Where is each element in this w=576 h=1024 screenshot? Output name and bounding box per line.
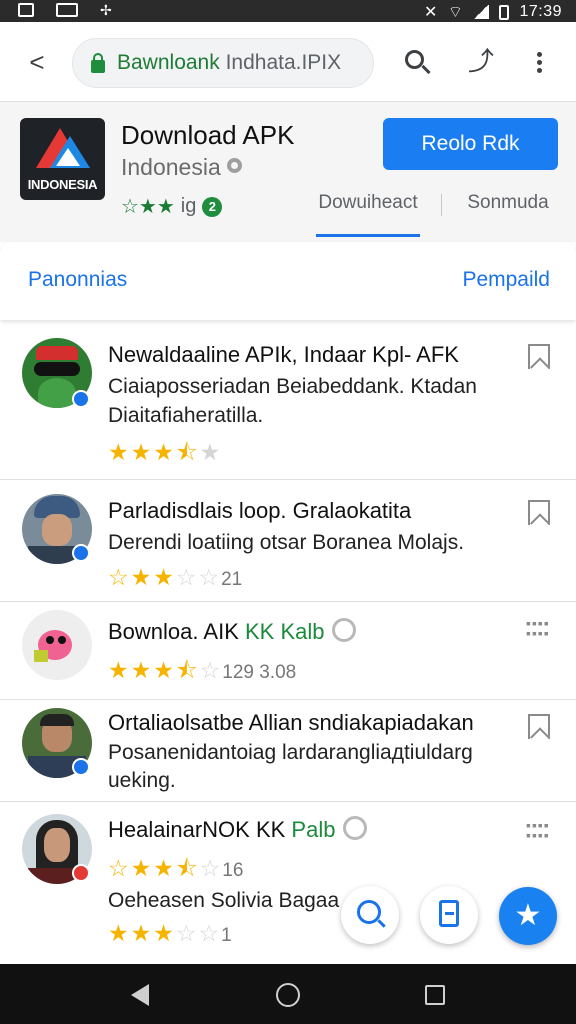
list-item[interactable]: Ortaliaolsatbe Allian sndiakapiadakan Po… — [0, 700, 576, 802]
url-text: Bawnloank Indhata.IPIX — [117, 51, 342, 74]
nav-home-icon[interactable] — [276, 983, 300, 1007]
download-button[interactable]: Reolo Rdk — [383, 118, 558, 170]
navigation-bar — [0, 964, 576, 1024]
item-title: Ortaliaolsatbe Allian sndiakapiadakan — [108, 710, 474, 735]
star-fab[interactable]: ★ — [499, 887, 557, 945]
app-subtitle: Indonesia — [121, 154, 242, 181]
star-icon: ★ — [514, 899, 542, 932]
item-desc: Derendi loatiing otsar Boranea Molajs. — [108, 531, 465, 554]
search-icon[interactable] — [402, 48, 432, 78]
item-title: Newaldaaline APIk, Indaar Kpl- AFK — [108, 342, 459, 367]
item-rating: ★★★⯪☆129 3.08 — [108, 657, 297, 683]
list-item[interactable]: Parladisdlais loop. Gralaokatita Derendi… — [0, 480, 576, 602]
search-fab[interactable] — [341, 886, 399, 944]
tab-indicator — [316, 234, 420, 237]
section-left-link[interactable]: Panonnias — [28, 268, 127, 292]
star-icon: ☆★★ — [121, 196, 175, 218]
tab-divider — [441, 194, 442, 216]
app-rating: ☆★★ ig 2 — [121, 194, 223, 219]
signal-icon — [473, 5, 490, 19]
app-header: INDONESIA Download APK Indonesia ☆★★ ig … — [0, 102, 576, 242]
item-rating: ☆★★☆☆21 — [108, 564, 243, 590]
item-desc: ueking. — [108, 769, 176, 792]
usb-icon: ✢ — [100, 2, 112, 18]
battery-icon — [499, 4, 510, 20]
verified-icon — [72, 544, 90, 562]
item-rating: ★★★⯪★ — [108, 439, 223, 465]
item-desc: Posanenіdantoiag lardarangliaдtiuldarg — [108, 741, 473, 764]
bookmark-icon[interactable] — [528, 344, 550, 369]
menu-icon[interactable] — [528, 50, 550, 76]
share-icon[interactable]: ⤴ — [466, 46, 496, 76]
photo-icon — [56, 3, 78, 17]
document-fab[interactable] — [420, 886, 478, 944]
verified-icon — [72, 864, 90, 882]
app-title: Download APK — [121, 120, 295, 150]
status-bar: ✢ ✕ ⌔ 17:39 — [0, 0, 576, 22]
info-icon — [332, 618, 357, 642]
section-header: Panonnias Pempaild — [0, 242, 576, 320]
section-right-link[interactable]: Pempaild — [462, 268, 550, 292]
list-item[interactable]: Newaldaaline APIk, Indaar Kpl- AFK Ciaia… — [0, 322, 576, 480]
gallery-icon — [18, 3, 34, 17]
lock-icon — [91, 52, 105, 73]
verified-icon — [72, 390, 90, 408]
back-icon[interactable]: < — [22, 48, 52, 78]
item-title: HealainarNOK KK Palb — [108, 816, 368, 843]
tab-download[interactable]: Dowuiheact — [316, 192, 420, 214]
bookmark-icon[interactable] — [528, 714, 550, 739]
tab-summary[interactable]: Sonmuda — [460, 192, 556, 214]
rating-badge: 2 — [202, 196, 223, 217]
list-item[interactable]: Bownloa. AIK KK Kalb ★★★⯪☆129 3.08 ▪▪▪▪ ▪… — [0, 602, 576, 700]
item-desc: Oeheasen Solivia Bagaa — [108, 889, 340, 912]
item-rating: ★★★☆☆1 — [108, 920, 232, 946]
avatar — [22, 610, 92, 680]
more-icon[interactable]: ▪▪▪▪ ▪▪▪▪ — [526, 616, 552, 640]
list-item[interactable]: HealainarNOK KK Palb ☆★★⯪☆16 Oeheasen So… — [0, 802, 576, 964]
bookmark-icon[interactable] — [528, 500, 550, 525]
more-icon[interactable]: ▪▪▪▪ ▪▪▪▪ — [526, 818, 552, 842]
app-logo: INDONESIA — [20, 118, 105, 200]
nav-recents-icon[interactable] — [425, 985, 445, 1005]
item-desc: Diaitafiaheratilla. — [108, 404, 264, 427]
item-desc: Ciaiaposseriadan Beiabeddank. Ktadan — [108, 375, 477, 398]
browser-toolbar: < Bawnloank Indhata.IPIX ⤴ — [0, 22, 576, 102]
address-bar[interactable]: Bawnloank Indhata.IPIX — [72, 38, 374, 88]
wifi-icon: ⌔ — [447, 4, 464, 21]
item-title: Parladisdlais loop. Gralaokatita — [108, 498, 412, 523]
verified-icon — [72, 758, 90, 776]
item-title: Bownloa. AIK KK Kalb — [108, 618, 357, 645]
nav-back-icon[interactable] — [131, 984, 149, 1006]
status-time: 17:39 — [519, 3, 562, 20]
info-icon — [226, 158, 242, 173]
info-icon — [343, 816, 368, 840]
mute-icon: ✕ — [424, 4, 438, 21]
